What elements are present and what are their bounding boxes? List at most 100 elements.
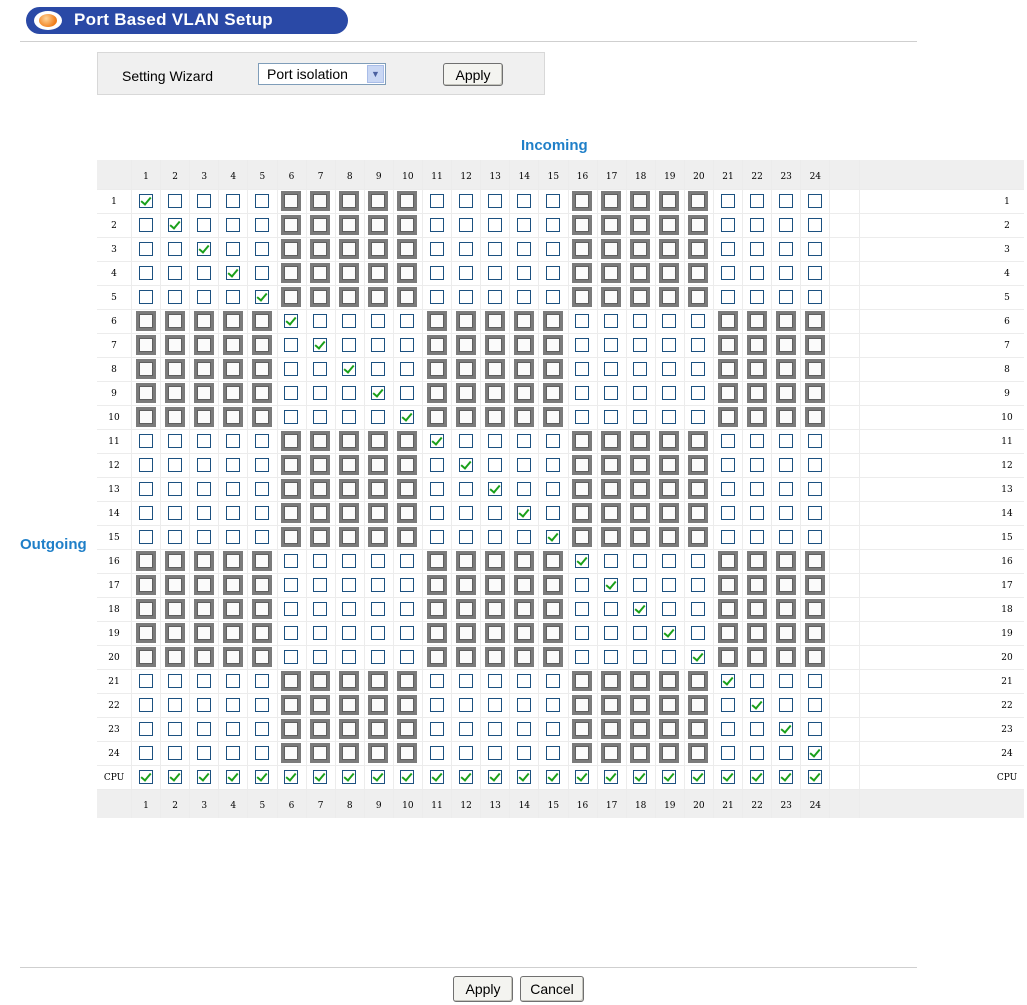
port-checkbox[interactable] (545, 314, 560, 328)
port-checkbox[interactable] (254, 746, 269, 760)
port-checkbox[interactable] (604, 626, 619, 640)
port-checkbox[interactable] (400, 218, 415, 232)
port-checkbox[interactable] (633, 650, 648, 664)
port-checkbox[interactable] (458, 314, 473, 328)
port-checkbox[interactable] (575, 578, 589, 592)
wizard-apply-button[interactable]: Apply (443, 63, 503, 86)
port-checkbox[interactable] (807, 626, 822, 640)
port-checkbox[interactable] (225, 362, 240, 376)
port-checkbox[interactable] (284, 434, 298, 448)
port-checkbox[interactable] (516, 746, 531, 760)
port-checkbox[interactable] (662, 218, 677, 232)
port-checkbox[interactable] (778, 218, 793, 232)
port-checkbox[interactable] (400, 602, 415, 616)
port-checkbox[interactable] (720, 722, 735, 736)
port-checkbox[interactable] (662, 482, 677, 496)
port-checkbox[interactable] (167, 746, 182, 760)
port-checkbox[interactable] (575, 338, 589, 352)
port-checkbox[interactable] (458, 362, 473, 376)
port-checkbox[interactable] (604, 338, 619, 352)
port-checkbox[interactable] (749, 434, 764, 448)
port-checkbox[interactable] (458, 482, 473, 496)
port-checkbox[interactable] (575, 386, 589, 400)
port-checkbox[interactable] (371, 362, 386, 376)
port-checkbox[interactable] (254, 290, 269, 304)
port-checkbox[interactable] (196, 698, 211, 712)
port-checkbox[interactable] (487, 722, 502, 736)
port-checkbox[interactable] (487, 674, 502, 688)
port-checkbox[interactable] (691, 578, 706, 592)
port-checkbox[interactable] (284, 362, 298, 376)
port-checkbox[interactable] (342, 650, 357, 664)
port-checkbox[interactable] (196, 362, 211, 376)
port-checkbox[interactable] (807, 698, 822, 712)
port-checkbox[interactable] (138, 578, 153, 592)
port-checkbox[interactable] (633, 290, 648, 304)
port-checkbox[interactable] (691, 554, 706, 568)
port-checkbox[interactable] (342, 770, 357, 784)
port-checkbox[interactable] (371, 674, 386, 688)
port-checkbox[interactable] (254, 482, 269, 496)
port-checkbox[interactable] (196, 578, 211, 592)
port-checkbox[interactable] (196, 314, 211, 328)
port-checkbox[interactable] (342, 218, 357, 232)
port-checkbox[interactable] (254, 386, 269, 400)
port-checkbox[interactable] (778, 266, 793, 280)
port-checkbox[interactable] (371, 698, 386, 712)
port-checkbox[interactable] (807, 578, 822, 592)
port-checkbox[interactable] (749, 242, 764, 256)
port-checkbox[interactable] (138, 674, 153, 688)
port-checkbox[interactable] (196, 482, 211, 496)
port-checkbox[interactable] (225, 218, 240, 232)
port-checkbox[interactable] (778, 554, 793, 568)
port-checkbox[interactable] (429, 770, 444, 784)
port-checkbox[interactable] (138, 242, 153, 256)
port-checkbox[interactable] (342, 554, 357, 568)
port-checkbox[interactable] (807, 674, 822, 688)
port-checkbox[interactable] (254, 770, 269, 784)
port-checkbox[interactable] (749, 506, 764, 520)
port-checkbox[interactable] (254, 362, 269, 376)
port-checkbox[interactable] (400, 554, 415, 568)
port-checkbox[interactable] (545, 770, 560, 784)
port-checkbox[interactable] (691, 242, 706, 256)
port-checkbox[interactable] (662, 506, 677, 520)
port-checkbox[interactable] (662, 554, 677, 568)
port-checkbox[interactable] (138, 410, 153, 424)
port-checkbox[interactable] (371, 602, 386, 616)
port-checkbox[interactable] (487, 602, 502, 616)
port-checkbox[interactable] (749, 386, 764, 400)
port-checkbox[interactable] (749, 578, 764, 592)
port-checkbox[interactable] (400, 578, 415, 592)
port-checkbox[interactable] (720, 218, 735, 232)
port-checkbox[interactable] (371, 506, 386, 520)
port-checkbox[interactable] (138, 698, 153, 712)
port-checkbox[interactable] (487, 338, 502, 352)
port-checkbox[interactable] (575, 530, 589, 544)
port-checkbox[interactable] (749, 554, 764, 568)
port-checkbox[interactable] (429, 434, 444, 448)
port-checkbox[interactable] (196, 650, 211, 664)
port-checkbox[interactable] (254, 338, 269, 352)
port-checkbox[interactable] (400, 650, 415, 664)
port-checkbox[interactable] (662, 674, 677, 688)
port-checkbox[interactable] (429, 458, 444, 472)
port-checkbox[interactable] (749, 410, 764, 424)
port-checkbox[interactable] (487, 290, 502, 304)
port-checkbox[interactable] (284, 266, 298, 280)
port-checkbox[interactable] (633, 626, 648, 640)
port-checkbox[interactable] (778, 770, 793, 784)
port-checkbox[interactable] (575, 626, 589, 640)
port-checkbox[interactable] (662, 530, 677, 544)
port-checkbox[interactable] (254, 722, 269, 736)
port-checkbox[interactable] (342, 434, 357, 448)
port-checkbox[interactable] (284, 314, 298, 328)
port-checkbox[interactable] (167, 626, 182, 640)
port-checkbox[interactable] (342, 602, 357, 616)
port-checkbox[interactable] (371, 434, 386, 448)
port-checkbox[interactable] (516, 674, 531, 688)
port-checkbox[interactable] (807, 218, 822, 232)
port-checkbox[interactable] (225, 650, 240, 664)
port-checkbox[interactable] (778, 410, 793, 424)
port-checkbox[interactable] (313, 314, 328, 328)
